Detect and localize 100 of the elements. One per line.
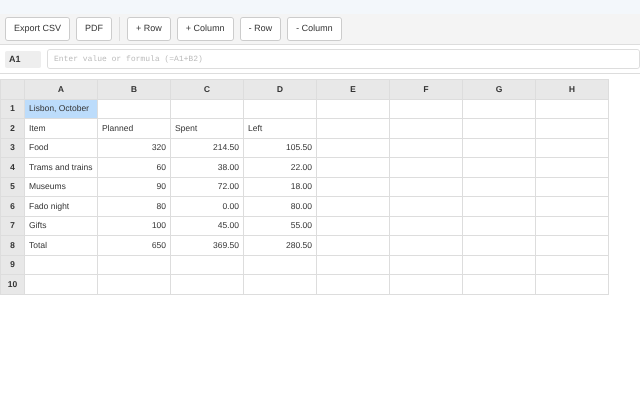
table-cell[interactable]: 280.50 <box>244 236 316 255</box>
table-cell[interactable] <box>244 255 316 274</box>
table-cell[interactable] <box>98 99 170 118</box>
table-cell[interactable] <box>462 118 536 138</box>
table-cell[interactable] <box>536 99 608 118</box>
formula-input[interactable]: Enter value or formula (=A1+B2) <box>47 49 640 69</box>
table-cell[interactable] <box>390 99 462 118</box>
table-cell[interactable]: Gifts <box>24 216 98 236</box>
row-header[interactable]: 5 <box>0 177 24 196</box>
table-cell[interactable] <box>24 255 98 274</box>
row-header[interactable]: 9 <box>0 255 24 274</box>
table-cell[interactable]: Museums <box>24 177 98 196</box>
table-cell[interactable] <box>316 196 390 216</box>
toolbar-button[interactable]: + Row <box>127 17 171 41</box>
table-cell[interactable]: Trams and trains <box>24 158 98 177</box>
table-cell[interactable]: 100 <box>98 216 170 236</box>
table-cell[interactable] <box>244 99 316 118</box>
table-cell[interactable]: 650 <box>98 236 170 255</box>
table-cell[interactable] <box>390 158 462 177</box>
row-header[interactable]: 4 <box>0 158 24 177</box>
table-cell[interactable]: Spent <box>170 118 244 138</box>
table-cell[interactable] <box>462 255 536 274</box>
table-cell[interactable] <box>390 255 462 274</box>
table-cell[interactable] <box>462 158 536 177</box>
table-cell[interactable] <box>316 236 390 255</box>
table-cell[interactable] <box>316 99 390 118</box>
toolbar-button[interactable]: Export CSV <box>5 17 70 41</box>
table-cell[interactable] <box>390 177 462 196</box>
table-cell[interactable] <box>462 274 536 294</box>
toolbar-button[interactable]: + Column <box>176 17 234 41</box>
table-cell[interactable]: 80 <box>98 196 170 216</box>
table-cell[interactable] <box>24 274 98 294</box>
table-cell[interactable]: Fado night <box>24 196 98 216</box>
table-cell[interactable] <box>316 177 390 196</box>
table-cell[interactable] <box>536 236 608 255</box>
column-header[interactable]: C <box>170 80 244 99</box>
row-header[interactable]: 8 <box>0 236 24 255</box>
table-cell[interactable]: 80.00 <box>244 196 316 216</box>
column-header[interactable]: B <box>98 80 170 99</box>
table-cell[interactable] <box>390 118 462 138</box>
table-cell[interactable]: 18.00 <box>244 177 316 196</box>
table-cell[interactable]: 90 <box>98 177 170 196</box>
table-cell[interactable] <box>316 138 390 158</box>
table-cell[interactable]: 214.50 <box>170 138 244 158</box>
table-cell[interactable] <box>170 255 244 274</box>
table-cell[interactable]: 72.00 <box>170 177 244 196</box>
toolbar-button[interactable]: - Row <box>240 17 282 41</box>
table-cell[interactable]: 320 <box>98 138 170 158</box>
table-cell[interactable] <box>536 158 608 177</box>
table-cell[interactable] <box>536 274 608 294</box>
table-cell[interactable] <box>462 236 536 255</box>
table-cell[interactable] <box>462 196 536 216</box>
row-header[interactable]: 2 <box>0 118 24 138</box>
toolbar-button[interactable]: PDF <box>76 17 112 41</box>
table-cell[interactable]: 369.50 <box>170 236 244 255</box>
column-header[interactable]: H <box>536 80 608 99</box>
table-cell[interactable]: Food <box>24 138 98 158</box>
table-cell[interactable] <box>316 158 390 177</box>
table-cell[interactable]: Planned <box>98 118 170 138</box>
table-cell[interactable]: Lisbon, October <box>24 99 98 118</box>
row-header[interactable]: 1 <box>0 99 24 118</box>
table-cell[interactable] <box>462 138 536 158</box>
table-cell[interactable] <box>536 118 608 138</box>
table-cell[interactable] <box>462 99 536 118</box>
table-cell[interactable] <box>316 118 390 138</box>
row-header[interactable]: 6 <box>0 196 24 216</box>
table-cell[interactable] <box>536 177 608 196</box>
table-cell[interactable]: 0.00 <box>170 196 244 216</box>
table-cell[interactable] <box>170 99 244 118</box>
table-cell[interactable] <box>536 216 608 236</box>
column-header[interactable]: E <box>316 80 390 99</box>
table-cell[interactable] <box>390 274 462 294</box>
table-cell[interactable]: Item <box>24 118 98 138</box>
table-cell[interactable]: 38.00 <box>170 158 244 177</box>
column-header[interactable]: G <box>462 80 536 99</box>
table-cell[interactable]: 60 <box>98 158 170 177</box>
table-cell[interactable] <box>462 177 536 196</box>
row-header[interactable]: 7 <box>0 216 24 236</box>
table-cell[interactable] <box>170 274 244 294</box>
column-header[interactable]: A <box>24 80 98 99</box>
row-header[interactable]: 10 <box>0 274 24 294</box>
table-cell[interactable] <box>316 274 390 294</box>
row-header[interactable]: 3 <box>0 138 24 158</box>
table-cell[interactable] <box>462 216 536 236</box>
table-cell[interactable] <box>244 274 316 294</box>
column-header[interactable]: F <box>390 80 462 99</box>
table-cell[interactable] <box>390 236 462 255</box>
table-cell[interactable]: 55.00 <box>244 216 316 236</box>
toolbar-button[interactable]: - Column <box>287 17 342 41</box>
table-cell[interactable] <box>536 196 608 216</box>
table-cell[interactable] <box>390 216 462 236</box>
table-cell[interactable]: Total <box>24 236 98 255</box>
table-cell[interactable]: 105.50 <box>244 138 316 158</box>
table-cell[interactable] <box>98 274 170 294</box>
table-cell[interactable]: Left <box>244 118 316 138</box>
table-cell[interactable] <box>390 196 462 216</box>
table-cell[interactable] <box>316 216 390 236</box>
table-cell[interactable] <box>390 138 462 158</box>
table-cell[interactable]: 45.00 <box>170 216 244 236</box>
column-header[interactable]: D <box>244 80 316 99</box>
